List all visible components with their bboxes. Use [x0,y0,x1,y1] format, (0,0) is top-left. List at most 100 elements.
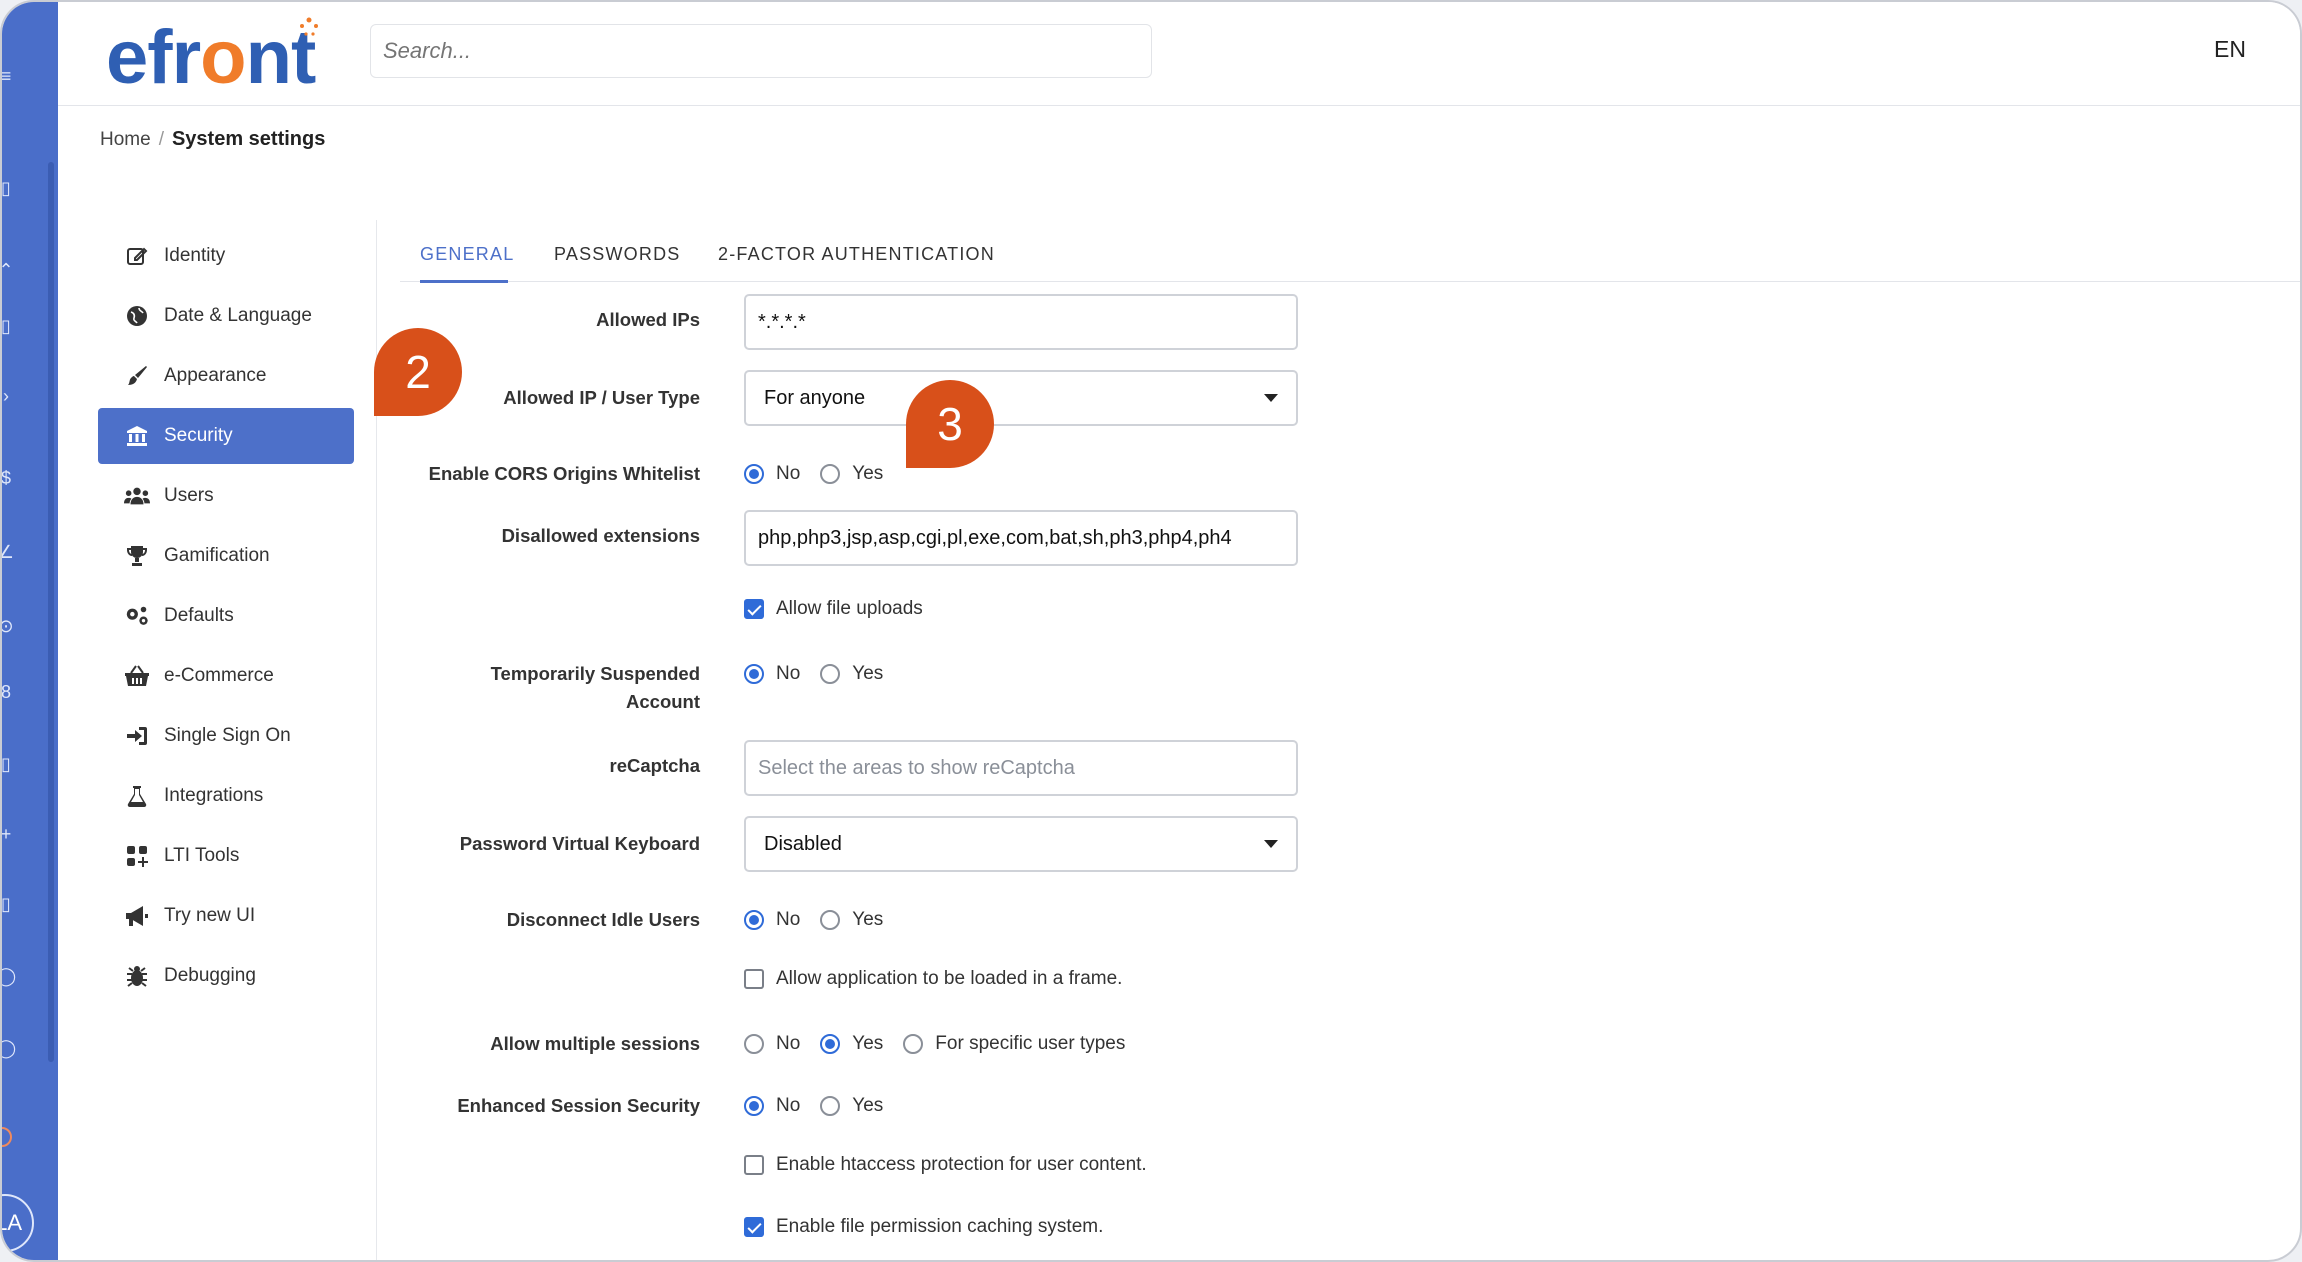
multiple-sessions-label: Allow multiple sessions [490,1033,700,1054]
cors-label: Enable CORS Origins Whitelist [428,463,700,484]
sidebar-item-label: LTI Tools [164,845,240,866]
menu-icon[interactable]: ≡ [2,66,16,86]
allowed-ip-user-type-select[interactable]: For anyone [744,370,1298,426]
rail-item-icon[interactable]: ⌃ [2,260,16,280]
permission-caching-checkbox[interactable]: Enable file permission caching system. [744,1216,1103,1238]
select-value: Disabled [764,832,842,855]
app-window: ≡ ▯ ⌃ ▯ › $ ∠ ⊙ 8 ▯ + ▯ ◯ ◯ LA efront EN… [0,0,2302,1262]
sidebar-item-lti-tools[interactable]: LTI Tools [98,828,354,884]
settings-tabs: GENERAL PASSWORDS 2-FACTOR AUTHENTICATIO… [400,228,2300,283]
users-icon [124,483,150,509]
sidebar-item-label: Single Sign On [164,725,291,746]
radio-icon [820,910,841,930]
rail-item-icon[interactable]: $ [2,468,16,488]
sidebar-item-label: Try new UI [164,905,256,926]
tab-passwords[interactable]: PASSWORDS [554,244,680,265]
recaptcha-label: reCaptcha [609,755,700,776]
rail-item-icon[interactable]: › [2,386,16,406]
sidebar-item-date-language[interactable]: Date & Language [98,288,354,344]
rail-item-icon[interactable]: ◯ [2,966,16,986]
rail-item-icon[interactable]: 8 [2,682,16,702]
top-bar: efront EN 🔔 [58,2,2300,106]
sidebar-item-label: Date & Language [164,305,312,326]
disconnect-idle-radio-yes[interactable]: Yes [820,909,883,931]
rail-item-icon[interactable]: + [2,824,16,844]
cors-radio-yes[interactable]: Yes [820,463,883,485]
radio-selected-icon [744,910,764,930]
sidebar-item-gamification[interactable]: Gamification [98,528,354,584]
rail-item-icon[interactable]: ▯ [2,178,16,198]
multiple-sessions-radio-no[interactable]: No [744,1033,800,1055]
sidebar-item-single-sign-on[interactable]: Single Sign On [98,708,354,764]
globe-icon [124,303,150,329]
allow-file-uploads-checkbox[interactable]: Allow file uploads [744,598,923,620]
bug-icon [124,963,150,989]
sidebar-item-label: Gamification [164,545,270,566]
sidebar-item-users[interactable]: Users [98,468,354,524]
breadcrumb-home[interactable]: Home [100,129,151,150]
sidebar-item-label: Users [164,485,214,506]
radio-selected-icon [744,1096,764,1116]
allowed-ips-input[interactable] [744,294,1298,350]
rail-item-icon[interactable]: ◯ [2,1038,16,1058]
sign-in-icon [124,723,150,749]
sidebar-item-identity[interactable]: Identity [98,228,354,284]
allowed-ips-label: Allowed IPs [596,309,700,330]
sidebar-item-ecommerce[interactable]: e-Commerce [98,648,354,704]
flask-icon [124,783,150,809]
sidebar-item-appearance[interactable]: Appearance [98,348,354,404]
temporarily-suspended-radio-no[interactable]: No [744,663,800,685]
paintbrush-icon [124,363,150,389]
allow-frame-checkbox[interactable]: Allow application to be loaded in a fram… [744,968,1122,990]
sidebar-item-label: Defaults [164,605,234,626]
rail-scrollbar[interactable] [48,162,54,1062]
rail-item-icon[interactable]: ▯ [2,754,16,774]
rail-item-icon[interactable]: ⊙ [2,616,16,636]
temporarily-suspended-label: Temporarily Suspended Account [490,663,700,712]
disconnect-idle-radio-no[interactable]: No [744,909,800,931]
efront-logo[interactable]: efront [106,14,316,101]
radio-icon [820,464,841,484]
temporarily-suspended-radio-group: No Yes [744,660,903,688]
sidebar-item-integrations[interactable]: Integrations [98,768,354,824]
radio-icon [903,1034,924,1054]
multiple-sessions-radio-yes[interactable]: Yes [820,1033,883,1055]
megaphone-icon [124,903,150,929]
rail-item-icon[interactable]: ∠ [2,542,16,562]
sidebar-item-label: e-Commerce [164,665,274,686]
chevron-down-icon [1264,394,1278,402]
tab-general[interactable]: GENERAL [420,244,514,265]
temporarily-suspended-radio-yes[interactable]: Yes [820,663,883,685]
password-keyboard-select[interactable]: Disabled [744,816,1298,872]
multiple-sessions-radio-specific[interactable]: For specific user types [903,1033,1125,1055]
sidebar-item-debugging[interactable]: Debugging [98,948,354,1004]
tools-icon [124,843,150,869]
disallowed-extensions-label: Disallowed extensions [501,525,700,546]
sidebar-item-try-new-ui[interactable]: Try new UI [98,888,354,944]
search-input[interactable] [370,24,1152,78]
sidebar-item-label: Debugging [164,965,256,986]
password-keyboard-label: Password Virtual Keyboard [459,833,700,854]
enhanced-session-radio-no[interactable]: No [744,1095,800,1117]
tab-2-factor-authentication[interactable]: 2-FACTOR AUTHENTICATION [718,244,995,265]
left-rail: ≡ ▯ ⌃ ▯ › $ ∠ ⊙ 8 ▯ + ▯ ◯ ◯ LA [2,2,58,1260]
sidebar-item-label: Appearance [164,365,267,386]
active-tab-indicator [420,280,508,283]
enhanced-session-radio-yes[interactable]: Yes [820,1095,883,1117]
radio-selected-icon [820,1034,841,1054]
avatar[interactable]: LA [2,1194,34,1252]
htaccess-checkbox[interactable]: Enable htaccess protection for user cont… [744,1154,1147,1176]
rail-item-icon[interactable]: ▯ [2,316,16,336]
rail-item-icon[interactable]: ▯ [2,894,16,914]
bank-icon [124,423,150,449]
disallowed-extensions-input[interactable] [744,510,1298,566]
sidebar-item-security[interactable]: Security [98,408,354,464]
logo-spark-icon [300,17,318,36]
sidebar-item-label: Security [164,425,233,446]
language-selector[interactable]: EN [2214,36,2246,63]
basket-icon [124,663,150,689]
enhanced-session-label: Enhanced Session Security [457,1095,700,1116]
recaptcha-input[interactable] [744,740,1298,796]
sidebar-item-defaults[interactable]: Defaults [98,588,354,644]
cors-radio-no[interactable]: No [744,463,800,485]
